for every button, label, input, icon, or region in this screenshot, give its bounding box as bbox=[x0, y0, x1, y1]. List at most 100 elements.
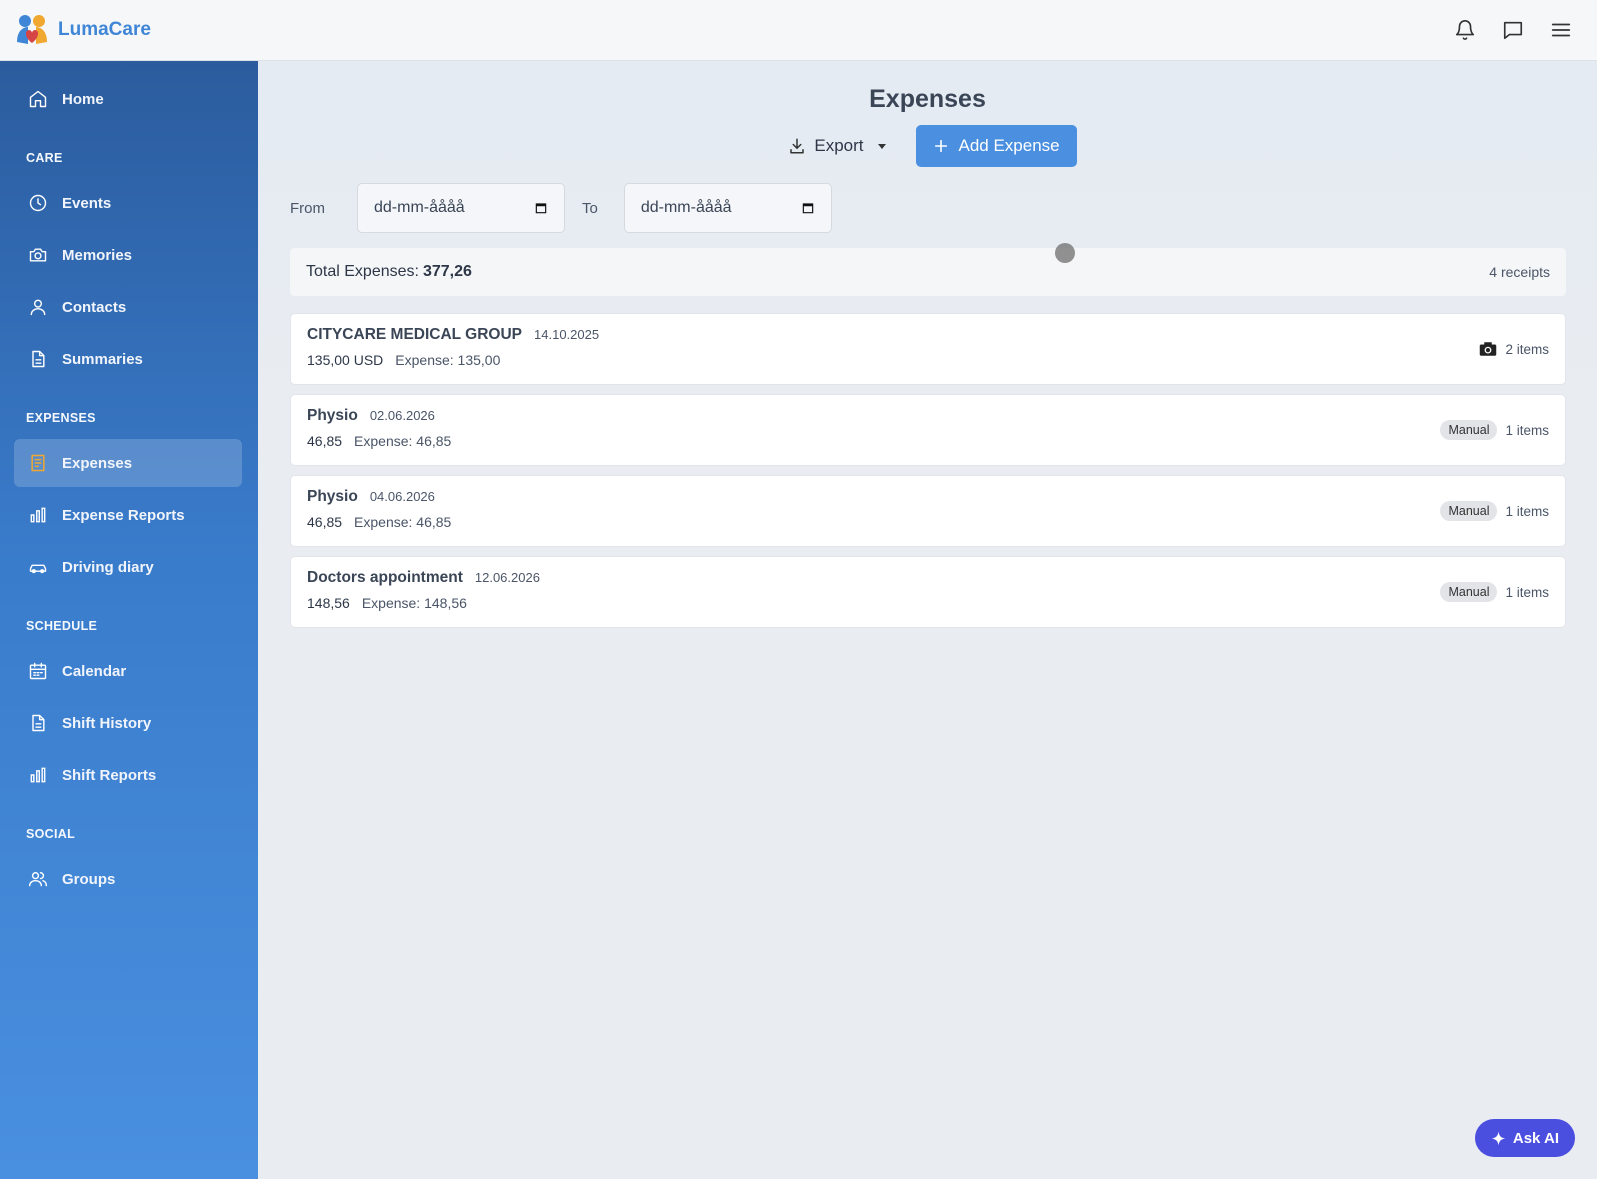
to-label: To bbox=[582, 199, 598, 217]
calendar-icon[interactable] bbox=[534, 201, 548, 215]
calendar-icon bbox=[29, 662, 47, 680]
items-count: 2 items bbox=[1505, 341, 1549, 357]
to-date-input[interactable]: dd-mm-åååå bbox=[623, 183, 832, 233]
bell-icon[interactable] bbox=[1453, 18, 1477, 42]
items-count: 1 items bbox=[1505, 503, 1549, 519]
chat-icon[interactable] bbox=[1501, 18, 1525, 42]
from-label: From bbox=[290, 199, 325, 217]
ask-ai-label: Ask AI bbox=[1512, 1129, 1559, 1147]
document-icon bbox=[32, 714, 45, 732]
download-icon bbox=[790, 138, 805, 154]
car-icon bbox=[29, 564, 47, 574]
section-expenses: EXPENSES bbox=[26, 411, 96, 425]
export-label: Export bbox=[814, 136, 864, 155]
export-button[interactable]: Export bbox=[778, 125, 895, 167]
items-count: 1 items bbox=[1505, 584, 1549, 600]
manual-badge: Manual bbox=[1440, 420, 1498, 440]
expense-name: Physio bbox=[307, 488, 358, 505]
bar-chart-icon bbox=[30, 507, 46, 523]
expense-name: Physio bbox=[307, 407, 358, 424]
expense-date: 04.06.2026 bbox=[369, 489, 435, 504]
main-content: Expenses Export Add Expense From dd-mm-å… bbox=[258, 61, 1597, 1179]
total-label: Total Expenses: bbox=[306, 263, 419, 280]
sidebar-item-label: Shift Reports bbox=[62, 766, 157, 784]
sidebar-item-memories[interactable]: Memories bbox=[14, 231, 242, 279]
section-schedule: SCHEDULE bbox=[26, 619, 98, 633]
from-date-input[interactable]: dd-mm-åååå bbox=[357, 183, 565, 233]
sidebar-item-label: Calendar bbox=[62, 662, 127, 680]
sidebar-item-shift-reports[interactable]: Shift Reports bbox=[14, 751, 242, 799]
calendar-icon[interactable] bbox=[801, 201, 815, 215]
receipts-count: 4 receipts bbox=[1489, 264, 1550, 280]
lumacare-logo-icon bbox=[17, 15, 47, 44]
expense-name: CITYCARE MEDICAL GROUP bbox=[307, 326, 523, 343]
items-count: 1 items bbox=[1505, 422, 1549, 438]
expense-row[interactable]: CITYCARE MEDICAL GROUP 14.10.2025 135,00… bbox=[290, 313, 1566, 385]
sidebar-item-label: Expense Reports bbox=[62, 506, 185, 524]
expense-detail: Expense: 46,85 bbox=[354, 433, 452, 449]
top-bar: LumaCare bbox=[0, 0, 1597, 61]
plus-icon bbox=[934, 139, 947, 153]
caret-down-icon bbox=[877, 143, 886, 149]
expense-row[interactable]: Physio 04.06.2026 46,85 Expense: 46,85 M… bbox=[290, 475, 1566, 547]
add-expense-button[interactable]: Add Expense bbox=[915, 125, 1077, 167]
sidebar-item-label: Memories bbox=[62, 246, 133, 264]
date-filters: From dd-mm-åååå To dd-mm-åååå bbox=[290, 183, 832, 233]
brand-name: LumaCare bbox=[58, 19, 151, 40]
clock-icon bbox=[29, 194, 47, 212]
sidebar-item-label: Summaries bbox=[62, 350, 143, 368]
expense-name: Doctors appointment bbox=[307, 569, 463, 586]
manual-badge: Manual bbox=[1440, 582, 1498, 602]
receipt-icon bbox=[31, 454, 45, 472]
sidebar-item-label: Contacts bbox=[62, 298, 127, 316]
sidebar-item-events[interactable]: Events bbox=[14, 179, 242, 227]
sidebar-item-label: Events bbox=[62, 194, 112, 212]
expense-row[interactable]: Doctors appointment 12.06.2026 148,56 Ex… bbox=[290, 556, 1566, 628]
add-expense-label: Add Expense bbox=[958, 136, 1060, 155]
expense-detail: Expense: 135,00 bbox=[395, 352, 501, 368]
menu-icon[interactable] bbox=[1549, 18, 1573, 42]
sidebar-item-home[interactable]: Home bbox=[14, 75, 242, 123]
manual-badge: Manual bbox=[1440, 501, 1498, 521]
sidebar-item-expense-reports[interactable]: Expense Reports bbox=[14, 491, 242, 539]
sidebar-item-expenses[interactable]: Expenses bbox=[14, 439, 242, 487]
camera-icon bbox=[29, 248, 47, 262]
expense-date: 12.06.2026 bbox=[474, 570, 540, 585]
total-value: 377,26 bbox=[422, 263, 472, 280]
expense-amount: 46,85 bbox=[307, 433, 343, 449]
to-date-value: dd-mm-åååå bbox=[640, 199, 732, 216]
sidebar-item-summaries[interactable]: Summaries bbox=[14, 335, 242, 383]
sidebar-item-label: Shift History bbox=[62, 714, 152, 732]
top-icons bbox=[1453, 18, 1583, 42]
document-icon bbox=[32, 350, 45, 368]
bar-chart-icon bbox=[30, 767, 46, 783]
total-summary: Total Expenses: 377,26 4 receipts bbox=[290, 248, 1566, 296]
expense-row[interactable]: Physio 02.06.2026 46,85 Expense: 46,85 M… bbox=[290, 394, 1566, 466]
sidebar-item-label: Expenses bbox=[62, 454, 133, 472]
section-care: CARE bbox=[26, 151, 63, 165]
home-icon bbox=[29, 90, 47, 108]
sidebar-item-label: Groups bbox=[62, 870, 116, 888]
brand[interactable]: LumaCare bbox=[14, 12, 151, 48]
users-icon bbox=[28, 872, 48, 887]
sidebar-item-contacts[interactable]: Contacts bbox=[14, 283, 242, 331]
cursor-indicator bbox=[1055, 243, 1075, 263]
from-date-value: dd-mm-åååå bbox=[374, 199, 465, 216]
expense-amount: 135,00 USD bbox=[307, 352, 384, 368]
sparkle-icon bbox=[1491, 1131, 1506, 1145]
expense-detail: Expense: 148,56 bbox=[361, 595, 467, 611]
sidebar-item-driving-diary[interactable]: Driving diary bbox=[14, 543, 242, 591]
sidebar-item-calendar[interactable]: Calendar bbox=[14, 647, 242, 695]
ask-ai-button[interactable]: Ask AI bbox=[1474, 1119, 1575, 1157]
sidebar-item-groups[interactable]: Groups bbox=[14, 855, 242, 903]
sidebar-item-shift-history[interactable]: Shift History bbox=[14, 699, 242, 747]
expense-date: 02.06.2026 bbox=[369, 408, 435, 423]
section-social: SOCIAL bbox=[26, 827, 76, 841]
expense-amount: 46,85 bbox=[307, 514, 343, 530]
camera-icon bbox=[1480, 342, 1497, 356]
expense-detail: Expense: 46,85 bbox=[354, 514, 452, 530]
sidebar: Home CARE Events Memories Contacts Summa… bbox=[0, 61, 258, 1179]
expense-date: 14.10.2025 bbox=[534, 327, 600, 342]
expense-amount: 148,56 bbox=[307, 595, 350, 611]
sidebar-item-label: Driving diary bbox=[62, 558, 154, 576]
